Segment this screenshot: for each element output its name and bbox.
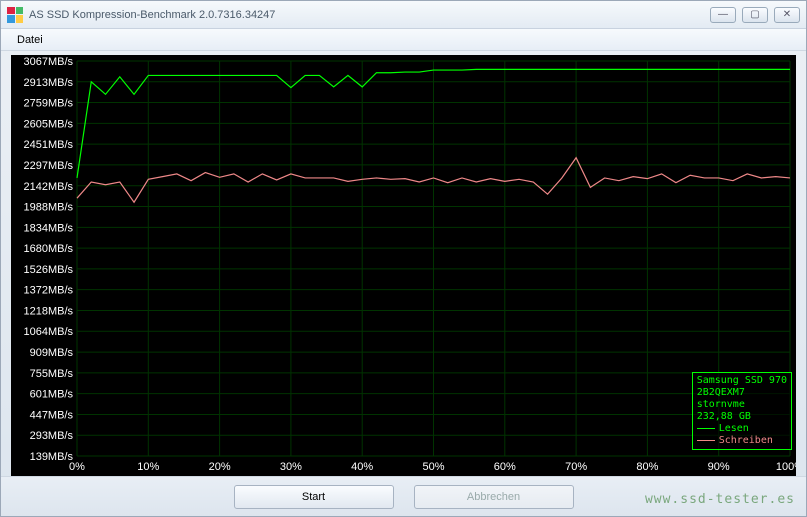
svg-text:1834MB/s: 1834MB/s [23, 222, 73, 234]
legend: Samsung SSD 970 2B2QEXM7 stornvme 232,88… [692, 372, 792, 450]
svg-text:1680MB/s: 1680MB/s [23, 243, 73, 255]
svg-text:70%: 70% [565, 461, 587, 473]
legend-write-line-icon [697, 440, 715, 441]
app-window: AS SSD Kompression-Benchmark 2.0.7316.34… [0, 0, 807, 517]
svg-text:80%: 80% [636, 461, 658, 473]
svg-text:447MB/s: 447MB/s [30, 409, 74, 421]
legend-device-3: stornvme [697, 399, 787, 411]
legend-device-1: Samsung SSD 970 [697, 375, 787, 387]
svg-text:50%: 50% [422, 461, 444, 473]
cancel-button: Abbrechen [414, 485, 574, 509]
button-bar: Start Abbrechen [1, 476, 806, 516]
minimize-button[interactable]: ― [710, 7, 736, 23]
svg-text:1218MB/s: 1218MB/s [23, 305, 73, 317]
maximize-button[interactable]: ▢ [742, 7, 768, 23]
menu-file[interactable]: Datei [11, 32, 49, 48]
svg-text:2451MB/s: 2451MB/s [23, 139, 73, 151]
legend-device-4: 232,88 GB [697, 411, 787, 423]
svg-text:3067MB/s: 3067MB/s [23, 56, 73, 68]
svg-text:2759MB/s: 2759MB/s [23, 98, 73, 110]
titlebar: AS SSD Kompression-Benchmark 2.0.7316.34… [1, 1, 806, 29]
legend-read-line-icon [697, 428, 715, 429]
legend-device-2: 2B2QEXM7 [697, 387, 787, 399]
svg-text:1064MB/s: 1064MB/s [23, 326, 73, 338]
svg-text:2142MB/s: 2142MB/s [23, 181, 73, 193]
svg-text:601MB/s: 601MB/s [30, 389, 74, 401]
close-button[interactable]: ✕ [774, 7, 800, 23]
svg-text:20%: 20% [209, 461, 231, 473]
svg-text:293MB/s: 293MB/s [30, 430, 74, 442]
legend-write: Schreiben [697, 435, 787, 447]
chart-canvas: 139MB/s 293MB/s 447MB/s 601MB/s 755MB/s 909MB… [11, 55, 796, 476]
svg-text:0%: 0% [69, 461, 85, 473]
window-controls: ― ▢ ✕ [710, 7, 800, 23]
svg-text:755MB/s: 755MB/s [30, 368, 74, 380]
window-title: AS SSD Kompression-Benchmark 2.0.7316.34… [29, 9, 710, 21]
svg-text:909MB/s: 909MB/s [30, 347, 74, 359]
svg-text:100%: 100% [776, 461, 796, 473]
app-icon [7, 7, 23, 23]
svg-text:1988MB/s: 1988MB/s [23, 202, 73, 214]
svg-text:1372MB/s: 1372MB/s [23, 285, 73, 297]
svg-text:2605MB/s: 2605MB/s [23, 118, 73, 130]
svg-text:30%: 30% [280, 461, 302, 473]
svg-text:90%: 90% [708, 461, 730, 473]
svg-text:139MB/s: 139MB/s [30, 451, 74, 463]
legend-read: Lesen [697, 423, 787, 435]
start-button[interactable]: Start [234, 485, 394, 509]
svg-text:60%: 60% [494, 461, 516, 473]
menubar: Datei [1, 29, 806, 51]
svg-text:40%: 40% [351, 461, 373, 473]
svg-text:10%: 10% [137, 461, 159, 473]
svg-text:2913MB/s: 2913MB/s [23, 77, 73, 89]
svg-text:1526MB/s: 1526MB/s [23, 264, 73, 276]
svg-text:2297MB/s: 2297MB/s [23, 160, 73, 172]
chart-area: 139MB/s 293MB/s 447MB/s 601MB/s 755MB/s 909MB… [11, 55, 796, 476]
